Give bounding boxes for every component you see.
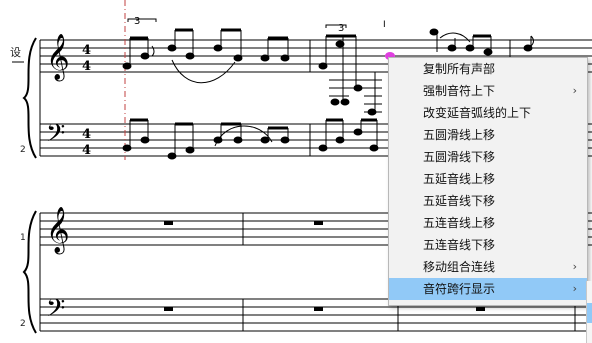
tuplet-number: 3 bbox=[134, 16, 140, 27]
chevron-right-icon: › bbox=[572, 282, 577, 295]
tuplet-number: 3 bbox=[338, 23, 344, 34]
time-sig-top: 4 bbox=[82, 43, 91, 58]
menu-item-label: 强制音符上下 bbox=[423, 84, 496, 98]
bass-clef-icon: 𝄢 bbox=[46, 294, 65, 329]
submenu-edge[interactable] bbox=[586, 281, 592, 343]
slur bbox=[171, 59, 236, 84]
selection-marker: I bbox=[383, 20, 386, 30]
menu-item-label: 移动组合连线 bbox=[423, 260, 496, 274]
menu-item-flip-tie-direction[interactable]: 改变延音弧线的上下 bbox=[389, 102, 587, 124]
menu-item-slur-up[interactable]: 五圆滑线上移 bbox=[389, 124, 587, 146]
time-sig-top: 4 bbox=[82, 127, 91, 142]
staff-number-label: 2 bbox=[20, 319, 26, 329]
menu-item-label: 复制所有声部 bbox=[423, 62, 496, 76]
menu-item-label: 五圆滑线下移 bbox=[423, 150, 496, 164]
menu-item-tie-down[interactable]: 五延音线下移 bbox=[389, 190, 587, 212]
menu-item-slur-down[interactable]: 五圆滑线下移 bbox=[389, 146, 587, 168]
system-brace bbox=[22, 37, 37, 159]
menu-item-label: 五延音线下移 bbox=[423, 194, 496, 208]
menu-item-force-stem-direction[interactable]: 强制音符上下 › bbox=[389, 80, 587, 102]
treble-clef-icon: 𝄞 bbox=[46, 207, 70, 255]
submenu-highlight bbox=[587, 303, 592, 323]
menu-item-copy-all-voices[interactable]: 复制所有声部 bbox=[389, 58, 587, 80]
menu-item-tie-up[interactable]: 五延音线上移 bbox=[389, 168, 587, 190]
menu-item-tuplet-up[interactable]: 五连音线上移 bbox=[389, 212, 587, 234]
context-menu: 复制所有声部 强制音符上下 › 改变延音弧线的上下 五圆滑线上移 五圆滑线下移 五… bbox=[388, 57, 588, 306]
time-sig-bottom: 4 bbox=[82, 59, 91, 74]
staff-number-label: 1 bbox=[20, 233, 26, 243]
menu-item-move-beam-group[interactable]: 移动组合连线 › bbox=[389, 256, 587, 278]
staff-number-label: 2 bbox=[20, 145, 26, 155]
menu-item-label: 五延音线上移 bbox=[423, 172, 496, 186]
chevron-right-icon: › bbox=[572, 260, 577, 273]
bass-clef-icon: 𝄢 bbox=[46, 119, 65, 154]
menu-item-label: 五连音线下移 bbox=[423, 238, 496, 252]
menu-item-cross-staff-notes[interactable]: 音符跨行显示 › bbox=[389, 278, 587, 300]
treble-clef-icon: 𝄞 bbox=[46, 34, 70, 82]
menu-item-label: 五连音线上移 bbox=[423, 216, 496, 230]
menu-item-label: 五圆滑线上移 bbox=[423, 128, 496, 142]
menu-item-label: 改变延音弧线的上下 bbox=[423, 106, 532, 120]
menu-item-label: 音符跨行显示 bbox=[423, 282, 496, 296]
chevron-right-icon: › bbox=[572, 84, 577, 97]
staff-prefix-label: 设 bbox=[10, 46, 21, 59]
treble-notes-measure-1 bbox=[122, 28, 290, 70]
time-sig-bottom: 4 bbox=[82, 143, 91, 158]
menu-item-tuplet-down[interactable]: 五连音线下移 bbox=[389, 234, 587, 256]
system-brace bbox=[22, 210, 37, 334]
